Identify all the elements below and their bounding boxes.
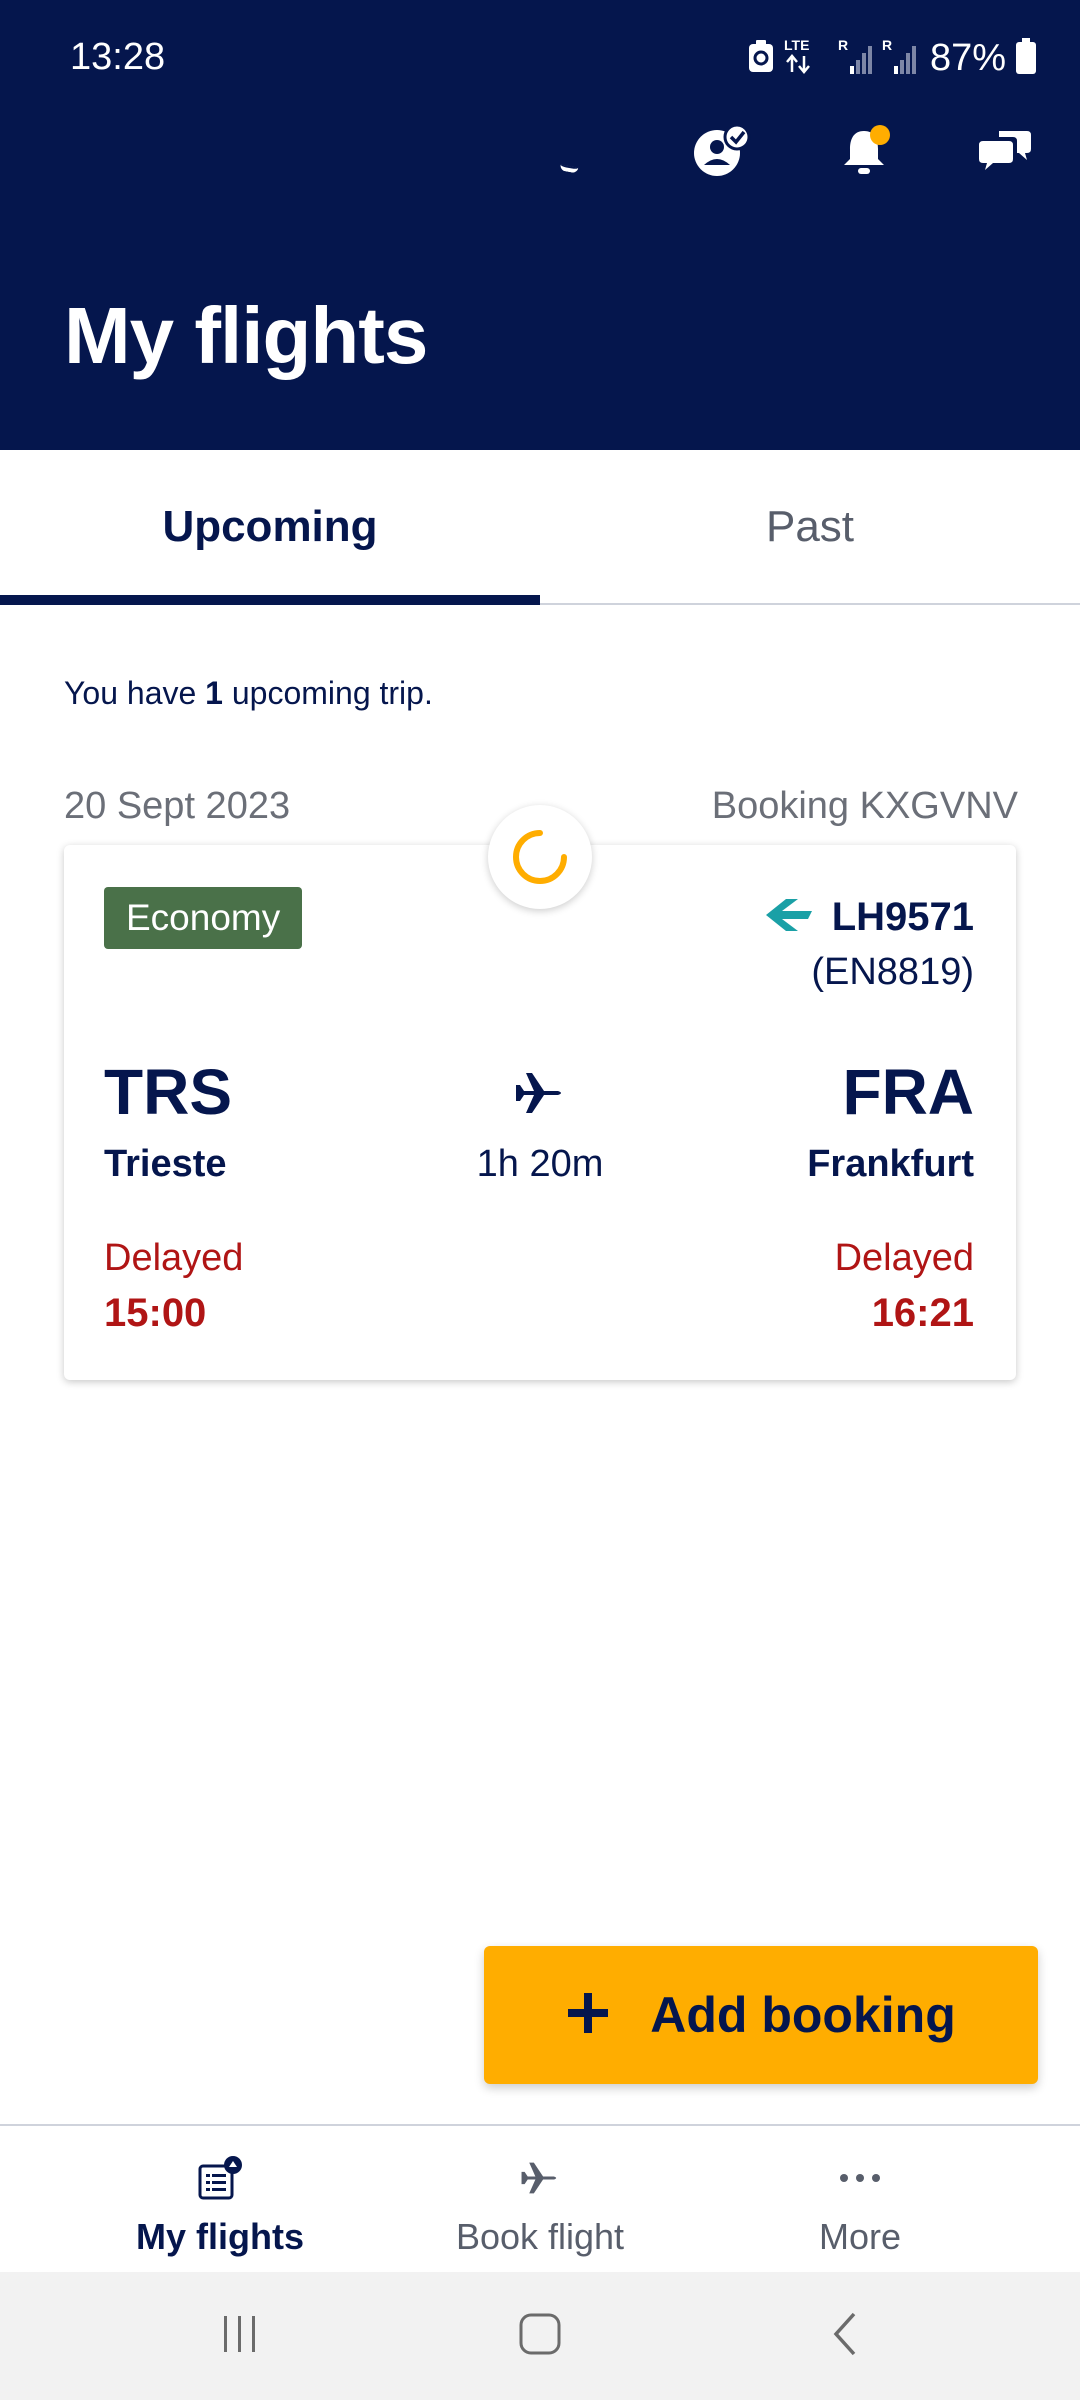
loading-spinner xyxy=(488,805,592,909)
origin-code: TRS xyxy=(104,1056,232,1128)
lte-signal-icon: LTE xyxy=(784,36,828,81)
data-saver-icon xyxy=(748,39,774,78)
page-title: My flights xyxy=(64,291,428,380)
notifications-button[interactable] xyxy=(836,125,892,181)
trip-date: 20 Sept 2023 xyxy=(64,785,291,827)
profile-check-icon xyxy=(693,123,751,182)
summary-suffix: upcoming trip. xyxy=(222,675,433,711)
status-bar: 13:28 LTE R R 87% xyxy=(0,0,1080,110)
trip-count: 1 xyxy=(205,675,223,711)
svg-text:LTE: LTE xyxy=(784,37,809,53)
arrival-status: Delayed xyxy=(834,1237,974,1279)
arrival-time: 16:21 xyxy=(871,1291,974,1335)
home-button[interactable] xyxy=(470,2272,610,2400)
svg-text:R: R xyxy=(882,37,892,53)
recent-apps-button[interactable] xyxy=(170,2272,310,2400)
flight-number: LH9571 xyxy=(831,895,974,939)
tab-past[interactable]: Past xyxy=(540,450,1080,603)
notification-dot xyxy=(870,125,890,145)
chat-button[interactable] xyxy=(978,125,1034,181)
battery-percent: 87% xyxy=(929,36,1006,79)
trip-count-summary: You have 1 upcoming trip. xyxy=(64,675,433,712)
nav-book-flight-label: Book flight xyxy=(455,2216,625,2257)
loading-tick xyxy=(559,164,579,174)
battery-icon xyxy=(1016,37,1036,79)
codeshare-number: (EN8819) xyxy=(811,951,974,993)
nav-book-flight[interactable]: Book flight xyxy=(440,2126,640,2272)
plus-icon xyxy=(566,1991,610,2040)
header-actions xyxy=(693,123,1034,182)
flight-number-row: LH9571 xyxy=(764,895,974,940)
bottom-navigation: My flights Book flight More xyxy=(0,2124,1080,2272)
system-navigation-bar xyxy=(0,2272,1080,2400)
nav-my-flights-label: My flights xyxy=(136,2216,304,2257)
nav-my-flights[interactable]: My flights xyxy=(0,2126,440,2272)
flight-tabs: Upcoming Past xyxy=(0,450,1080,605)
back-button[interactable] xyxy=(775,2272,915,2400)
signal-2-icon: R xyxy=(882,36,916,81)
airline-logo-icon xyxy=(764,897,814,938)
booking-reference[interactable]: Booking KXGVNV xyxy=(712,785,1018,828)
back-icon xyxy=(830,2312,860,2361)
book-flight-icon xyxy=(512,2152,568,2204)
my-flights-icon xyxy=(192,2152,248,2204)
destination-city: Frankfurt xyxy=(807,1143,974,1185)
nav-more[interactable]: More xyxy=(640,2126,1080,2272)
summary-prefix: You have xyxy=(64,675,206,711)
home-icon xyxy=(518,2312,562,2361)
nav-more-label: More xyxy=(818,2216,902,2257)
status-time: 13:28 xyxy=(70,36,166,78)
departure-status: Delayed xyxy=(104,1237,244,1279)
signal-1-icon: R xyxy=(838,36,872,81)
status-indicators: LTE R R 87% xyxy=(748,36,1036,80)
more-dots-icon xyxy=(832,2152,888,2204)
profile-button[interactable] xyxy=(693,123,751,182)
app-header: 13:28 LTE R R 87% My flights xyxy=(0,0,1080,450)
destination-code: FRA xyxy=(842,1056,974,1128)
departure-time: 15:00 xyxy=(104,1291,207,1335)
flight-card[interactable]: Economy LH9571 (EN8819) TRS FRA Trieste … xyxy=(64,845,1016,1380)
chat-icon xyxy=(979,129,1033,178)
cabin-class-badge: Economy xyxy=(104,887,303,949)
recent-apps-icon xyxy=(220,2314,260,2359)
svg-text:R: R xyxy=(838,37,848,53)
airplane-icon xyxy=(514,1067,566,1119)
add-booking-label: Add booking xyxy=(650,1987,956,2043)
tab-upcoming[interactable]: Upcoming xyxy=(0,450,540,605)
add-booking-button[interactable]: Add booking xyxy=(484,1946,1038,2084)
